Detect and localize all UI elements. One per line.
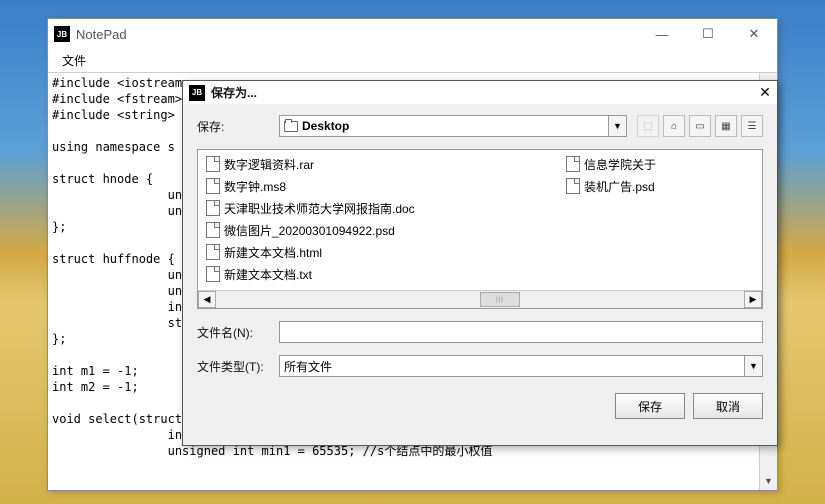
dialog-titlebar: JB 保存为... ✕ — [183, 81, 777, 105]
filename-input[interactable] — [279, 321, 763, 343]
scroll-down-arrow[interactable]: ▼ — [760, 472, 777, 490]
file-icon — [206, 244, 220, 260]
window-title: NotePad — [76, 27, 639, 42]
dialog-close-button[interactable]: ✕ — [753, 81, 777, 105]
scroll-right-arrow[interactable]: ▶ — [744, 291, 762, 308]
list-item[interactable]: 微信图片_20200301094922.psd — [206, 220, 526, 240]
location-text: Desktop — [302, 119, 349, 133]
file-icon — [566, 156, 580, 172]
new-folder-button[interactable]: ▭ — [689, 115, 711, 137]
home-button[interactable]: ⌂ — [663, 115, 685, 137]
file-icon — [206, 222, 220, 238]
list-view-button[interactable]: ▦ — [715, 115, 737, 137]
list-item[interactable]: 数字钟.ms8 — [206, 176, 526, 196]
chevron-down-icon[interactable]: ▼ — [608, 116, 626, 136]
menubar: 文件 — [48, 49, 777, 73]
file-icon — [206, 178, 220, 194]
filetype-label: 文件类型(T): — [197, 358, 269, 375]
cancel-button[interactable]: 取消 — [693, 393, 763, 419]
folder-icon — [284, 121, 298, 132]
filename-label: 文件名(N): — [197, 324, 269, 341]
scroll-left-arrow[interactable]: ◀ — [198, 291, 216, 308]
file-icon — [566, 178, 580, 194]
new-folder-icon: ▭ — [695, 121, 704, 132]
list-item[interactable]: 信息学院关于 — [566, 154, 763, 174]
file-icon — [206, 200, 220, 216]
list-item[interactable]: 装机广告.psd — [566, 176, 763, 196]
file-icon — [206, 266, 220, 282]
list-item[interactable]: 新建文本文档.html — [206, 242, 526, 262]
main-titlebar: JB NotePad — ☐ ✕ — [48, 19, 777, 49]
dialog-title: 保存为... — [211, 84, 753, 101]
desktop-background: JB NotePad — ☐ ✕ 文件 #include <iostream> … — [0, 0, 825, 504]
file-icon — [206, 156, 220, 172]
horizontal-scrollbar[interactable]: ◀ ||| ▶ — [198, 290, 762, 308]
list-icon: ☰ — [748, 121, 757, 132]
menu-file[interactable]: 文件 — [54, 50, 94, 71]
folder-up-icon: ⬚ — [643, 121, 652, 132]
save-button[interactable]: 保存 — [615, 393, 685, 419]
list-item[interactable]: 数字逻辑资料.rar — [206, 154, 526, 174]
save-as-dialog: JB 保存为... ✕ 保存: Desktop ▼ ⬚ ⌂ ▭ ▦ ☰ — [182, 80, 778, 446]
hscroll-thumb[interactable]: ||| — [480, 292, 520, 307]
grid-icon: ▦ — [721, 121, 730, 132]
detail-view-button[interactable]: ☰ — [741, 115, 763, 137]
close-button[interactable]: ✕ — [731, 19, 777, 49]
up-folder-button: ⬚ — [637, 115, 659, 137]
list-item[interactable]: 天津职业技术师范大学网报指南.doc — [206, 198, 526, 218]
home-icon: ⌂ — [671, 121, 677, 132]
file-list[interactable]: 数字逻辑资料.rar 数字钟.ms8 天津职业技术师范大学网报指南.doc 微信… — [197, 149, 763, 309]
maximize-button[interactable]: ☐ — [685, 19, 731, 49]
filetype-text: 所有文件 — [284, 358, 332, 375]
filetype-dropdown[interactable]: 所有文件 ▼ — [279, 355, 763, 377]
minimize-button[interactable]: — — [639, 19, 685, 49]
save-in-label: 保存: — [197, 118, 269, 135]
chevron-down-icon[interactable]: ▼ — [744, 356, 762, 376]
list-item[interactable]: 新建文本文档.txt — [206, 264, 526, 284]
location-dropdown[interactable]: Desktop ▼ — [279, 115, 627, 137]
dialog-app-icon: JB — [189, 85, 205, 101]
app-icon: JB — [54, 26, 70, 42]
